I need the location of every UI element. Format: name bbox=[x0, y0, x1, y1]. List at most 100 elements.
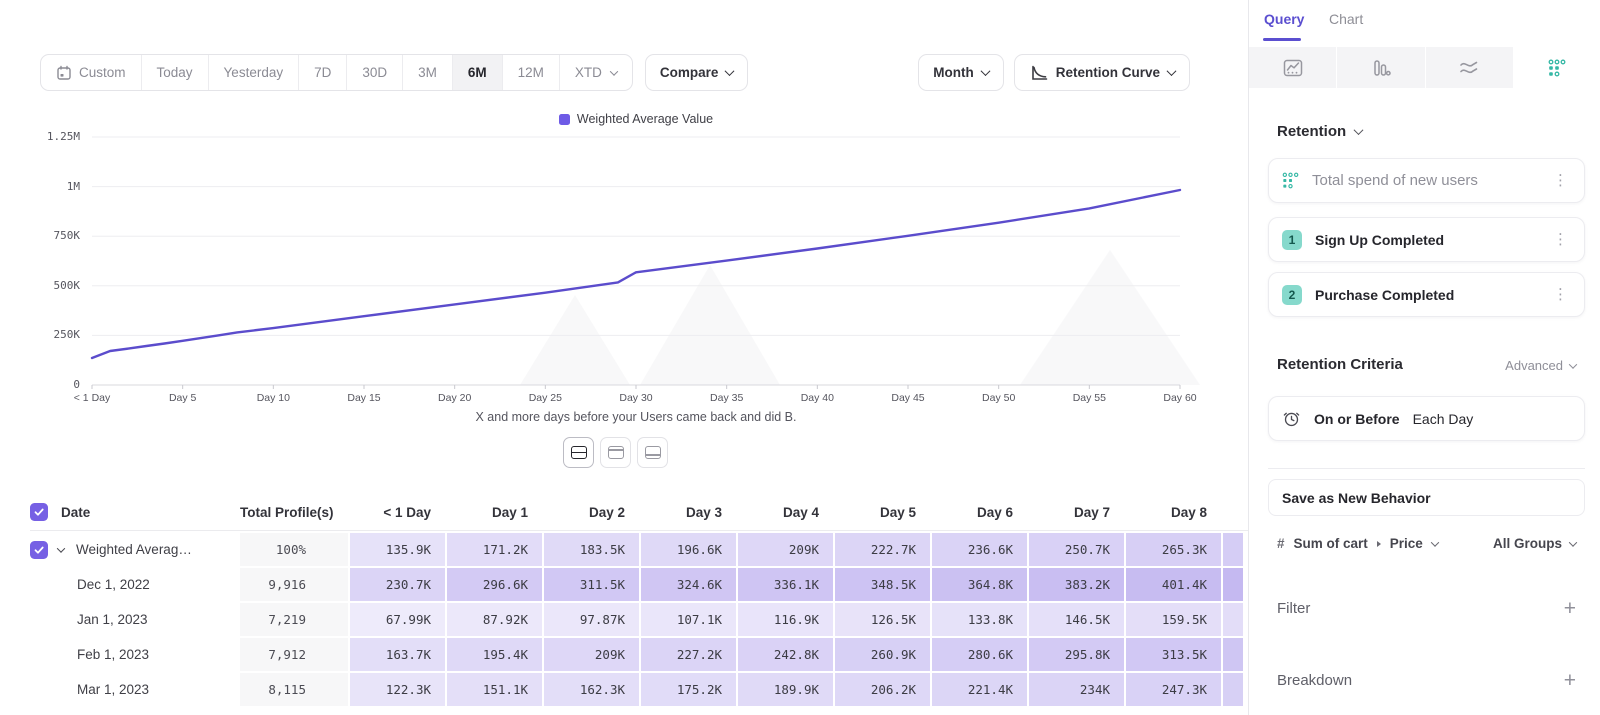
retention-value-cell: 250.7K bbox=[1029, 533, 1124, 566]
total-profiles-cell: 8,115 bbox=[240, 673, 348, 706]
retention-value-cell: 175.2K bbox=[641, 673, 736, 706]
advanced-dropdown[interactable]: Advanced bbox=[1505, 358, 1576, 373]
x-axis-tick-label: Day 60 bbox=[1163, 392, 1196, 404]
date-range-6m[interactable]: 6M bbox=[453, 55, 503, 90]
expand-row-icon[interactable] bbox=[57, 544, 65, 552]
retention-value-cell: 296.6K bbox=[447, 568, 542, 601]
compare-button[interactable]: Compare bbox=[645, 54, 749, 91]
chevron-down-icon bbox=[980, 66, 990, 76]
criteria-condition[interactable]: On or Before bbox=[1314, 411, 1400, 427]
table-view-button[interactable] bbox=[637, 437, 668, 468]
select-all-checkbox[interactable] bbox=[30, 503, 48, 521]
retention-value-cell: 324.6K bbox=[641, 568, 736, 601]
retention-value-cell: 230.7K bbox=[350, 568, 445, 601]
add-filter-icon[interactable]: + bbox=[1564, 598, 1576, 619]
chart-type-tab-combo-chart[interactable] bbox=[1249, 47, 1336, 88]
criteria-value[interactable]: Each Day bbox=[1413, 411, 1474, 427]
groups-dropdown[interactable]: All Groups bbox=[1493, 536, 1576, 551]
date-range-7d[interactable]: 7D bbox=[299, 55, 347, 90]
step-card-2[interactable]: 2Purchase Completed⋮ bbox=[1268, 272, 1585, 317]
chevron-down-icon bbox=[610, 67, 618, 75]
chart-legend[interactable]: Weighted Average Value bbox=[92, 112, 1180, 126]
more-options-icon[interactable]: ⋮ bbox=[1550, 173, 1571, 188]
table-row-label[interactable]: Feb 1, 2023 bbox=[30, 638, 238, 671]
more-options-icon[interactable]: ⋮ bbox=[1550, 287, 1571, 302]
date-range-label: 12M bbox=[518, 65, 544, 80]
table-row-label[interactable]: Weighted Average ... bbox=[30, 533, 238, 566]
watermark-triangle bbox=[520, 295, 630, 385]
tab-query[interactable]: Query bbox=[1264, 11, 1304, 27]
date-range-label: 30D bbox=[362, 65, 387, 80]
retention-value-cell: 209K bbox=[544, 638, 639, 671]
date-range-label: XTD bbox=[575, 65, 602, 80]
criteria-label: Retention Criteria bbox=[1277, 356, 1403, 373]
x-axis-tick-label: Day 40 bbox=[801, 392, 834, 404]
split-view-button[interactable] bbox=[563, 437, 594, 468]
chart-type-tab-bar-chart[interactable] bbox=[1337, 47, 1424, 88]
date-range-today[interactable]: Today bbox=[142, 55, 209, 90]
retention-value-cell: 107.1K bbox=[641, 603, 736, 636]
x-axis-tick-label: < 1 Day bbox=[74, 392, 110, 404]
retention-value-cell: 265.3K bbox=[1126, 533, 1221, 566]
table-header-cell: Day 1 bbox=[447, 505, 542, 520]
table-header-cell: Total Profile(s) bbox=[240, 505, 348, 520]
measure-row: # Sum of cart Price All Groups bbox=[1277, 536, 1576, 551]
table-row-label[interactable]: Dec 1, 2022 bbox=[30, 568, 238, 601]
retention-value-cell: 151.1K bbox=[447, 673, 542, 706]
x-axis-tick-label: Day 55 bbox=[1073, 392, 1106, 404]
table-header-cell: Day 7 bbox=[1029, 505, 1124, 520]
retention-grid-icon bbox=[1547, 58, 1567, 78]
retention-line-series[interactable] bbox=[92, 190, 1180, 358]
table-header-cell: Day 5 bbox=[835, 505, 930, 520]
date-range-custom[interactable]: Custom bbox=[41, 55, 142, 90]
date-range-xtd[interactable]: XTD bbox=[560, 55, 632, 90]
day9-partial-cell bbox=[1223, 568, 1243, 601]
date-range-3m[interactable]: 3M bbox=[403, 55, 453, 90]
table-row-label[interactable]: Jan 1, 2023 bbox=[30, 603, 238, 636]
chart-type-tab-retention-grid[interactable] bbox=[1514, 47, 1600, 88]
interval-button[interactable]: Month bbox=[918, 54, 1003, 91]
step-card-1[interactable]: 1Sign Up Completed⋮ bbox=[1268, 217, 1585, 262]
chart-view-icon bbox=[608, 446, 624, 459]
retention-value-cell: 97.87K bbox=[544, 603, 639, 636]
query-section-heading[interactable]: Retention bbox=[1277, 123, 1362, 140]
date-range-30d[interactable]: 30D bbox=[347, 55, 403, 90]
day9-partial-cell bbox=[1223, 603, 1243, 636]
chart-view-button[interactable] bbox=[600, 437, 631, 468]
y-axis-tick-label: 500K bbox=[20, 279, 80, 292]
table-row-label[interactable]: Mar 1, 2023 bbox=[30, 673, 238, 706]
row-checkbox[interactable] bbox=[30, 541, 48, 559]
legend-label: Weighted Average Value bbox=[577, 112, 713, 126]
day9-partial-cell bbox=[1223, 638, 1243, 671]
retention-value-cell: 133.8K bbox=[932, 603, 1027, 636]
combo-chart-icon bbox=[1283, 58, 1303, 78]
advanced-label: Advanced bbox=[1505, 358, 1563, 373]
date-range-yesterday[interactable]: Yesterday bbox=[209, 55, 300, 90]
view-toggle-group bbox=[563, 437, 668, 468]
chart-type-tab-flow-chart[interactable] bbox=[1426, 47, 1513, 88]
retention-value-cell: 159.5K bbox=[1126, 603, 1221, 636]
chart-type-button[interactable]: Retention Curve bbox=[1014, 54, 1190, 91]
measure-sub-property[interactable]: Price bbox=[1390, 536, 1423, 551]
measure-property[interactable]: Sum of cart bbox=[1294, 536, 1368, 551]
number-property-icon: # bbox=[1277, 536, 1285, 551]
add-breakdown-icon[interactable]: + bbox=[1564, 670, 1576, 691]
date-header-label: Date bbox=[61, 505, 90, 520]
save-behavior-button[interactable]: Save as New Behavior bbox=[1268, 479, 1585, 516]
retention-value-cell: 236.6K bbox=[932, 533, 1027, 566]
row-label: Mar 1, 2023 bbox=[30, 682, 149, 697]
section-label: Filter bbox=[1277, 600, 1310, 617]
step-number-badge: 2 bbox=[1282, 285, 1302, 305]
more-options-icon[interactable]: ⋮ bbox=[1550, 232, 1571, 247]
x-axis-tick-label: Day 10 bbox=[257, 392, 290, 404]
retention-value-cell: 122.3K bbox=[350, 673, 445, 706]
retention-value-cell: 227.2K bbox=[641, 638, 736, 671]
behavior-card[interactable]: Total spend of new users ⋮ bbox=[1268, 158, 1585, 203]
criteria-card[interactable]: On or Before Each Day bbox=[1268, 396, 1585, 441]
date-range-12m[interactable]: 12M bbox=[503, 55, 560, 90]
split-view-icon bbox=[571, 446, 587, 459]
retention-value-cell: 336.1K bbox=[738, 568, 833, 601]
total-profiles-cell: 7,912 bbox=[240, 638, 348, 671]
tab-chart[interactable]: Chart bbox=[1329, 11, 1363, 27]
y-axis-tick-label: 1M bbox=[20, 180, 80, 193]
